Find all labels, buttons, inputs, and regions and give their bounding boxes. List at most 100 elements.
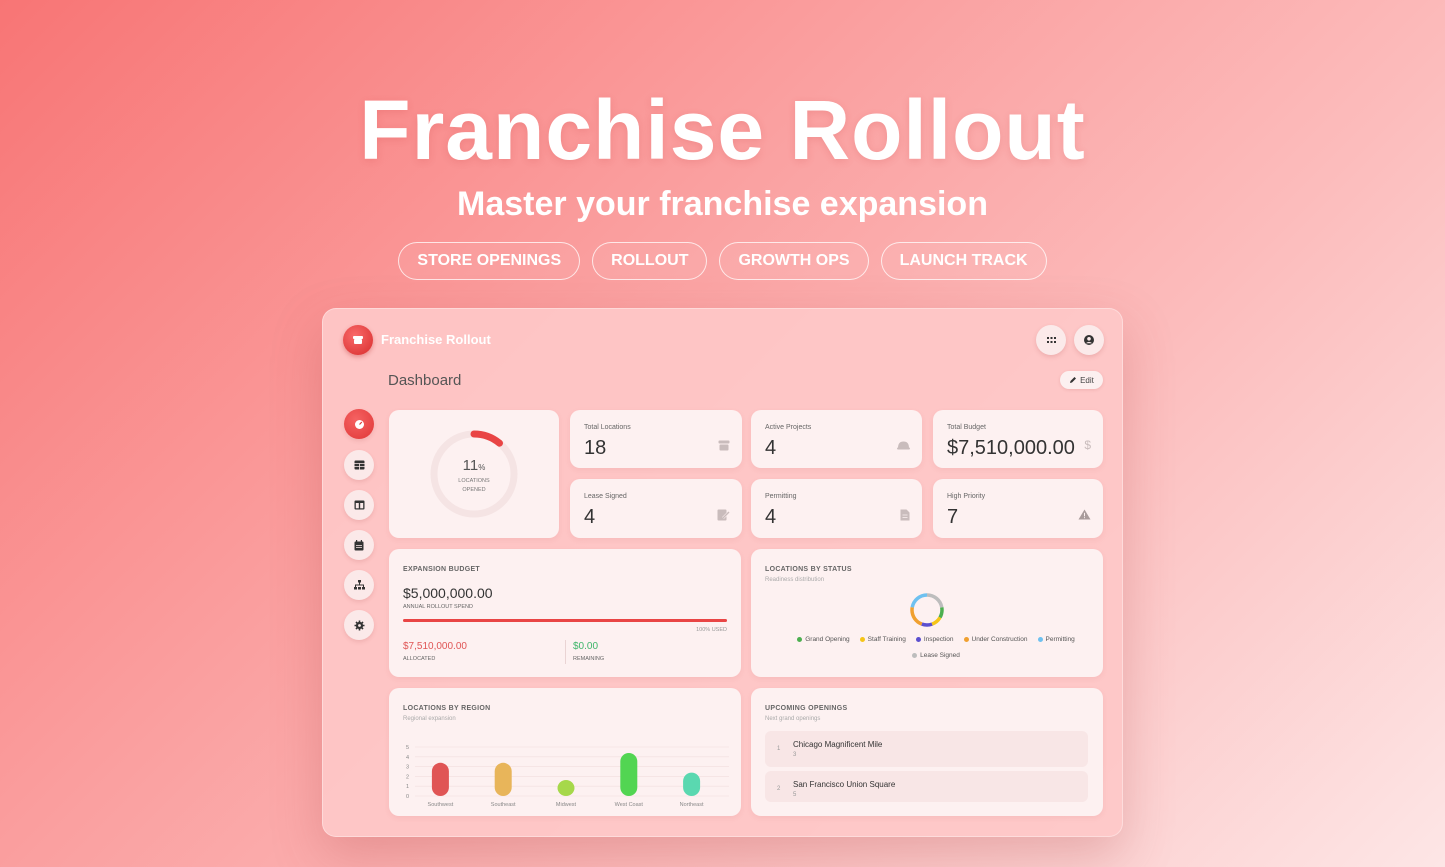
region-title: LOCATIONS BY REGION xyxy=(403,705,491,712)
app-title: Franchise Rollout xyxy=(381,332,491,347)
opening-item[interactable]: 2 San Francisco Union Square 5 xyxy=(765,771,1088,802)
opening-sub: 3 xyxy=(793,752,797,758)
apps-grid-button[interactable] xyxy=(1036,325,1066,355)
grid-icon xyxy=(1046,336,1056,343)
progress-label-line2: OPENED xyxy=(462,487,486,493)
nav-board[interactable] xyxy=(344,490,374,520)
budget-progress-fill xyxy=(403,619,727,622)
expansion-budget-panel: EXPANSION BUDGET $5,000,000.00 ANNUAL RO… xyxy=(389,549,741,677)
nav-hierarchy[interactable] xyxy=(344,570,374,600)
stat-label: High Priority xyxy=(947,493,986,500)
legend-item: Staff Training xyxy=(859,636,906,643)
pencil-icon xyxy=(1070,377,1077,383)
stat-value: 7 xyxy=(947,506,959,528)
legend-dot xyxy=(915,636,921,642)
hero-tags: STORE OPENINGS ROLLOUT GROWTH OPS LAUNCH… xyxy=(0,242,1445,280)
legend-dot xyxy=(797,636,803,642)
budget-allocated-label: ALLOCATED xyxy=(403,656,436,662)
stat-label: Lease Signed xyxy=(584,493,627,500)
document-icon xyxy=(900,509,910,521)
stat-label: Total Locations xyxy=(584,424,631,431)
bar-southeast[interactable] xyxy=(494,762,512,796)
progress-value-wrap: 11% xyxy=(389,457,559,475)
opening-number: 1 xyxy=(777,746,781,752)
region-bar-chart: 0 1 2 3 4 5 Southwest Southeast Midwest West Coas… xyxy=(406,745,729,808)
stat-value: 4 xyxy=(765,506,777,528)
app-logo[interactable] xyxy=(343,325,373,355)
legend-label: Grand Opening xyxy=(805,636,850,643)
x-tick-label: Midwest xyxy=(556,802,577,808)
bar-midwest[interactable] xyxy=(557,780,575,796)
opening-sub: 5 xyxy=(793,792,797,798)
budget-remaining: $0.00 xyxy=(573,641,599,652)
budget-used-label: 100% USED xyxy=(696,627,727,633)
hero-title: Franchise Rollout xyxy=(359,83,1086,177)
legend-label: Under Construction xyxy=(971,636,1028,643)
stat-label: Total Budget xyxy=(947,424,986,431)
y-tick-label: 1 xyxy=(406,784,409,790)
store-icon xyxy=(718,440,730,451)
region-subtitle: Regional expansion xyxy=(403,716,456,722)
stat-value: 18 xyxy=(584,437,607,459)
legend-label: Permitting xyxy=(1045,636,1075,643)
legend-label: Staff Training xyxy=(867,636,906,643)
legend-dot xyxy=(963,636,969,642)
progress-value: 11 xyxy=(462,457,479,474)
y-tick-label: 0 xyxy=(406,794,409,800)
budget-allocated: $7,510,000.00 xyxy=(403,641,467,652)
budget-remaining-label: REMAINING xyxy=(573,656,605,662)
status-subtitle: Readiness distribution xyxy=(765,577,825,583)
bar-southwest[interactable] xyxy=(431,762,449,796)
y-tick-label: 3 xyxy=(406,765,409,771)
tag-store-openings: STORE OPENINGS xyxy=(398,242,581,280)
nav-calendar[interactable] xyxy=(344,530,374,560)
user-circle-icon xyxy=(1084,335,1094,345)
opening-number: 2 xyxy=(777,786,781,792)
bar-west-coast[interactable] xyxy=(620,753,638,796)
stat-active-projects: Active Projects 4 xyxy=(751,410,922,468)
status-panel: LOCATIONS BY STATUS Readiness distributi… xyxy=(751,549,1103,677)
opening-name: San Francisco Union Square xyxy=(793,780,896,789)
gear-icon xyxy=(354,620,364,630)
legend-dot xyxy=(1037,636,1043,642)
account-button[interactable] xyxy=(1074,325,1104,355)
table-icon xyxy=(354,460,364,470)
legend-label: Lease Signed xyxy=(920,652,960,659)
page-title: Dashboard xyxy=(388,372,462,389)
legend-dot xyxy=(912,652,918,658)
openings-title: UPCOMING OPENINGS xyxy=(765,705,848,712)
legend-dot xyxy=(859,636,865,642)
budget-divider xyxy=(565,640,566,664)
y-tick-label: 2 xyxy=(406,774,409,780)
opening-name: Chicago Magnificent Mile xyxy=(793,740,883,749)
app-window: Franchise Rollout Dashboard Edit 11% LOC… xyxy=(322,308,1123,837)
bar-northeast[interactable] xyxy=(683,772,701,796)
dollar-icon: $ xyxy=(1084,438,1091,452)
warning-icon xyxy=(1078,509,1091,520)
board-icon xyxy=(354,500,364,510)
legend-item: Grand Opening xyxy=(797,636,850,643)
legend-label: Inspection xyxy=(923,636,954,643)
progress-label: LOCATIONS OPENED xyxy=(389,477,559,495)
store-logo-icon xyxy=(353,336,363,344)
nav-table[interactable] xyxy=(344,450,374,480)
y-tick-label: 5 xyxy=(406,745,409,751)
openings-panel: UPCOMING OPENINGS Next grand openings 1 … xyxy=(751,688,1103,816)
legend-item: Lease Signed xyxy=(771,652,1101,659)
openings-subtitle: Next grand openings xyxy=(765,716,821,722)
x-tick-label: Northeast xyxy=(680,802,704,808)
hero-subtitle: Master your franchise expansion xyxy=(457,185,988,223)
locations-opened-panel: 11% LOCATIONS OPENED xyxy=(389,410,559,538)
nav-settings[interactable] xyxy=(344,610,374,640)
stat-label: Active Projects xyxy=(765,424,812,431)
edit-button[interactable]: Edit xyxy=(1060,371,1103,389)
signature-icon xyxy=(717,509,730,521)
legend-item: Inspection xyxy=(915,636,954,643)
status-donut-chart xyxy=(910,593,944,627)
region-panel: LOCATIONS BY REGION Regional expansion 0… xyxy=(389,688,741,816)
status-title: LOCATIONS BY STATUS xyxy=(765,566,852,573)
stat-value: 4 xyxy=(584,506,596,528)
budget-amount-label: ANNUAL ROLLOUT SPEND xyxy=(403,604,473,610)
opening-item[interactable]: 1 Chicago Magnificent Mile 3 xyxy=(765,731,1088,767)
nav-dashboard[interactable] xyxy=(344,409,374,439)
